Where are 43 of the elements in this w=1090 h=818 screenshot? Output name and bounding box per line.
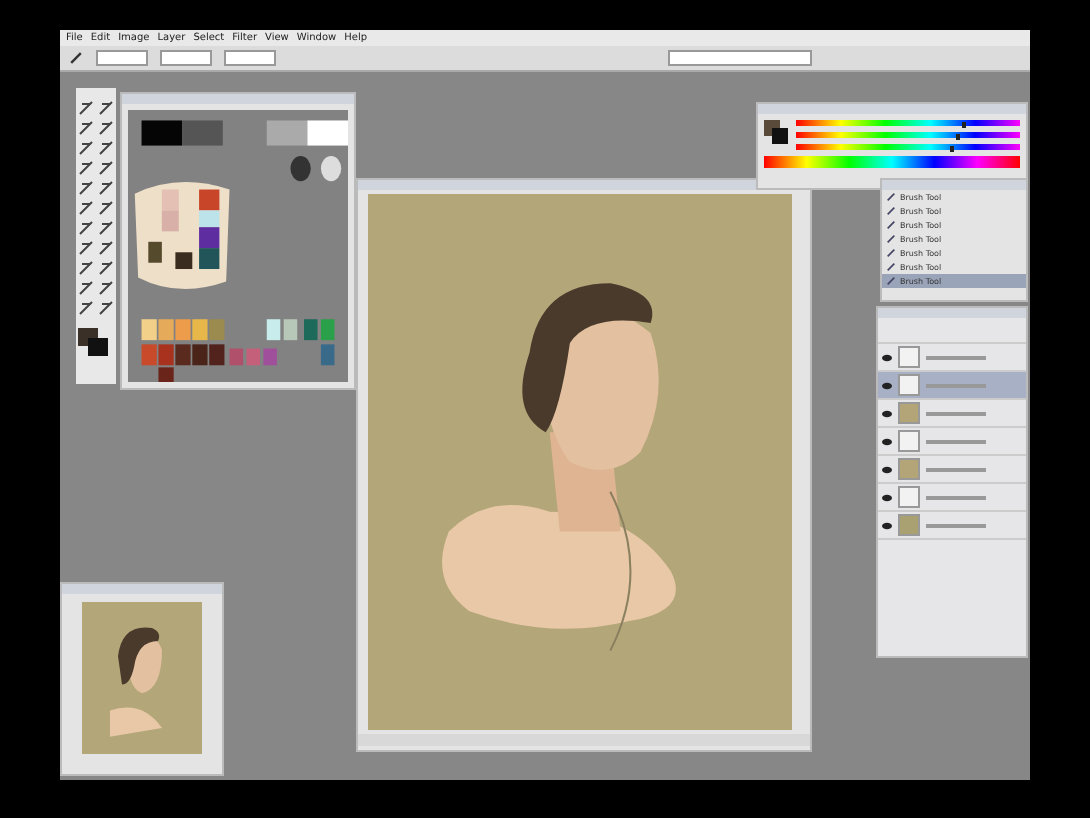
brush-icon[interactable] xyxy=(68,50,84,66)
tool-icon[interactable] xyxy=(78,120,94,136)
tool-icon[interactable] xyxy=(78,160,94,176)
tool-icon[interactable] xyxy=(78,260,94,276)
slider-thumb[interactable] xyxy=(955,134,960,140)
tool-icon[interactable] xyxy=(78,140,94,156)
tool-icon[interactable] xyxy=(98,220,114,236)
color-spectrum[interactable] xyxy=(764,156,1020,168)
eye-icon[interactable] xyxy=(882,437,892,445)
option-field[interactable] xyxy=(160,50,212,66)
tool-icon[interactable] xyxy=(98,280,114,296)
tool-icon[interactable] xyxy=(78,100,94,116)
tool-icon[interactable] xyxy=(78,280,94,296)
eye-icon[interactable] xyxy=(882,465,892,473)
tool-icon[interactable] xyxy=(78,300,94,316)
tool-icon[interactable] xyxy=(98,260,114,276)
option-field[interactable] xyxy=(224,50,276,66)
option-field[interactable] xyxy=(96,50,148,66)
tool-icon[interactable] xyxy=(98,240,114,256)
eye-icon[interactable] xyxy=(882,381,892,389)
eye-icon[interactable] xyxy=(882,353,892,361)
option-field[interactable] xyxy=(668,50,812,66)
color-swatch-icon[interactable] xyxy=(764,120,788,144)
slider-thumb[interactable] xyxy=(950,146,955,152)
color-slider[interactable] xyxy=(796,132,1020,138)
tool-icon[interactable] xyxy=(78,240,94,256)
tool-icon[interactable] xyxy=(98,140,114,156)
tool-icon[interactable] xyxy=(78,180,94,196)
eye-icon[interactable] xyxy=(882,409,892,417)
tool-icon[interactable] xyxy=(98,300,114,316)
tool-icon[interactable] xyxy=(98,120,114,136)
tool-icon[interactable] xyxy=(98,160,114,176)
panel-tab-bar xyxy=(882,180,1026,190)
tool-icon[interactable] xyxy=(78,220,94,236)
eye-icon[interactable] xyxy=(882,521,892,529)
color-swatch-icon[interactable] xyxy=(78,328,110,356)
color-slider[interactable] xyxy=(796,144,1020,150)
eye-icon[interactable] xyxy=(882,493,892,501)
color-slider[interactable] xyxy=(796,120,1020,126)
tool-icon[interactable] xyxy=(98,180,114,196)
tool-icon[interactable] xyxy=(98,200,114,216)
tool-icon[interactable] xyxy=(98,100,114,116)
tool-icon[interactable] xyxy=(78,200,94,216)
